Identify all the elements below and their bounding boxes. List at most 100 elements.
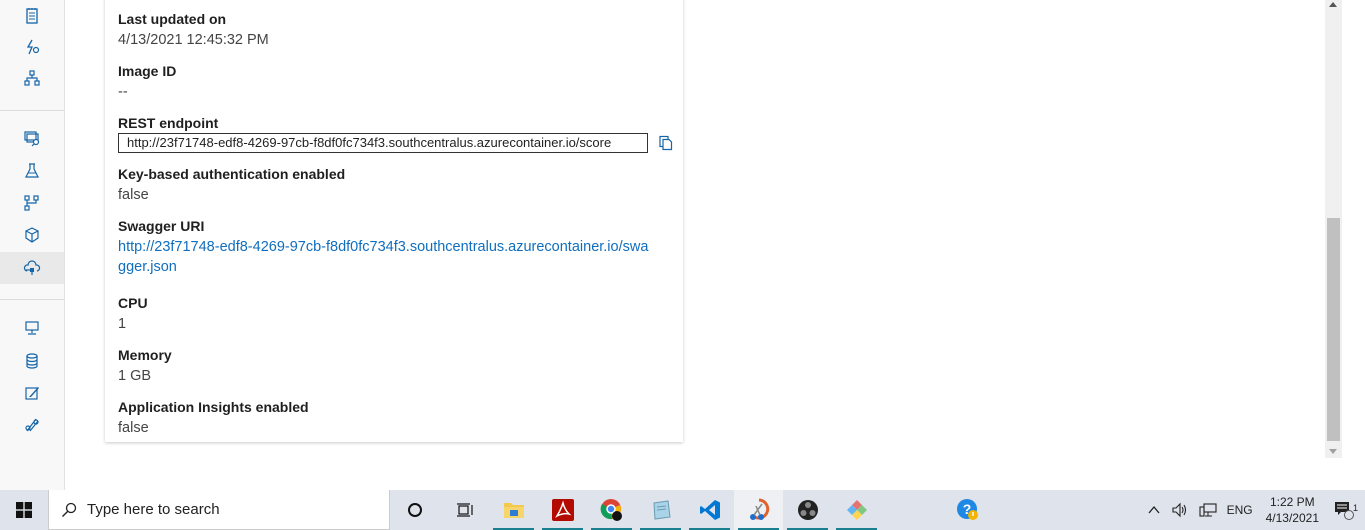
file-explorer-button[interactable]	[489, 490, 538, 530]
obs-button[interactable]	[783, 490, 832, 530]
sidebar-item-models[interactable]	[0, 219, 64, 251]
app-icon	[846, 500, 867, 520]
field-memory: Memory 1 GB	[118, 346, 678, 386]
network-icon	[1199, 503, 1217, 517]
copy-endpoint-button[interactable]	[656, 133, 676, 153]
field-rest-endpoint: REST endpoint http://23f71748-edf8-4269-…	[118, 114, 678, 153]
file-explorer-icon	[503, 503, 524, 518]
automl-icon	[26, 39, 40, 55]
get-help-button[interactable]: ?	[943, 490, 992, 530]
scroll-thumb[interactable]	[1327, 218, 1340, 441]
acrobat-button[interactable]	[538, 490, 587, 530]
field-label: Swagger URI	[118, 218, 205, 234]
chrome-button[interactable]	[587, 490, 636, 530]
endpoint-details-card: Last updated on 4/13/2021 12:45:32 PM Im…	[105, 0, 683, 442]
vscode-icon	[699, 500, 720, 520]
field-label: Image ID	[118, 63, 177, 79]
sidebar-item-linked-services[interactable]	[0, 409, 64, 441]
windows-logo-icon	[16, 502, 32, 518]
field-value: --	[118, 84, 128, 100]
designer-icon	[24, 70, 40, 86]
volume-button[interactable]	[1166, 490, 1194, 530]
scroll-down-arrow-icon[interactable]	[1329, 449, 1337, 454]
sidebar-item-endpoints[interactable]	[0, 252, 64, 284]
language-indicator[interactable]: ENG	[1222, 490, 1258, 530]
task-view-button[interactable]	[440, 490, 489, 530]
search-icon	[62, 502, 77, 517]
app-button[interactable]	[832, 490, 881, 530]
sidebar-item-data-labeling[interactable]	[0, 377, 64, 409]
azure-ml-studio: Last updated on 4/13/2021 12:45:32 PM Im…	[0, 0, 1365, 490]
field-key-auth: Key-based authentication enabled false	[118, 165, 678, 205]
field-value: 4/13/2021 12:45:32 PM	[118, 32, 269, 48]
field-label: Last updated on	[118, 11, 227, 27]
help-icon: ?	[956, 499, 978, 520]
cortana-icon	[408, 503, 422, 517]
show-hidden-icons-button[interactable]	[1142, 490, 1166, 530]
rest-endpoint-row: http://23f71748-edf8-4269-97cb-f8df0fc73…	[118, 133, 678, 153]
vscode-button[interactable]	[685, 490, 734, 530]
cortana-button[interactable]	[390, 490, 440, 530]
acrobat-icon	[551, 499, 574, 521]
field-label: Key-based authentication enabled	[118, 166, 346, 182]
sidebar-item-datasets[interactable]	[0, 122, 64, 154]
field-label: CPU	[118, 295, 148, 311]
clock-time: 1:22 PM	[1269, 495, 1315, 509]
copy-icon	[659, 135, 673, 151]
endpoints-icon	[23, 260, 41, 275]
field-last-updated: Last updated on 4/13/2021 12:45:32 PM	[118, 10, 678, 50]
field-value: 1	[118, 316, 127, 332]
snip-sketch-icon	[749, 498, 769, 520]
notification-count-badge: 1	[1353, 503, 1359, 513]
datastores-icon	[26, 353, 38, 369]
data-labeling-icon	[25, 387, 39, 400]
sidebar-item-datastores[interactable]	[0, 345, 64, 377]
swagger-uri-link[interactable]: http://23f71748-edf8-4269-97cb-f8df0fc73…	[118, 237, 653, 277]
sidebar-item-notebooks[interactable]	[0, 0, 64, 32]
vertical-scrollbar[interactable]	[1325, 0, 1342, 458]
action-center-button[interactable]: 1	[1327, 490, 1365, 530]
sidebar-item-compute[interactable]	[0, 312, 64, 344]
network-button[interactable]	[1194, 490, 1222, 530]
notepad-button[interactable]	[636, 490, 685, 530]
scroll-up-arrow-icon[interactable]	[1329, 2, 1337, 7]
experiments-icon	[25, 163, 39, 178]
field-value: 1 GB	[118, 368, 152, 384]
snip-sketch-button[interactable]	[734, 490, 783, 530]
clock-date: 4/13/2021	[1265, 511, 1319, 525]
taskbar-search-input[interactable]	[87, 501, 367, 518]
sidebar	[0, 0, 65, 490]
chevron-up-icon	[1148, 505, 1160, 514]
datasets-icon	[24, 131, 40, 147]
clock[interactable]: 1:22 PM 4/13/2021	[1258, 494, 1327, 526]
start-button[interactable]	[0, 490, 48, 530]
volume-icon	[1172, 502, 1186, 518]
rest-endpoint-field[interactable]: http://23f71748-edf8-4269-97cb-f8df0fc73…	[118, 133, 648, 153]
obs-icon	[797, 500, 818, 520]
notebook-icon	[26, 8, 38, 24]
field-swagger-uri: Swagger URI http://23f71748-edf8-4269-97…	[118, 217, 678, 277]
pipelines-icon	[24, 195, 39, 211]
taskbar-search[interactable]	[48, 490, 390, 530]
field-value: false	[118, 187, 149, 203]
sidebar-divider	[0, 299, 64, 300]
field-label: Memory	[118, 347, 172, 363]
windows-taskbar: ? ENG 1:22 PM 4/13/2021 1	[0, 490, 1365, 530]
sidebar-item-automl[interactable]	[0, 31, 64, 63]
sidebar-item-designer[interactable]	[0, 62, 64, 94]
field-value: false	[118, 420, 149, 436]
field-image-id: Image ID --	[118, 62, 678, 102]
field-label: Application Insights enabled	[118, 399, 309, 415]
notepad-icon	[652, 500, 671, 520]
field-cpu: CPU 1	[118, 294, 678, 334]
system-tray: ENG 1:22 PM 4/13/2021 1	[1142, 490, 1365, 530]
notification-icon	[1335, 502, 1354, 520]
linked-services-icon	[25, 418, 39, 432]
sidebar-divider	[0, 110, 64, 111]
field-label: REST endpoint	[118, 115, 219, 131]
task-view-icon	[456, 503, 473, 517]
sidebar-item-pipelines[interactable]	[0, 187, 64, 219]
field-app-insights: Application Insights enabled false	[118, 398, 678, 438]
sidebar-item-experiments[interactable]	[0, 155, 64, 187]
compute-icon	[25, 321, 39, 335]
